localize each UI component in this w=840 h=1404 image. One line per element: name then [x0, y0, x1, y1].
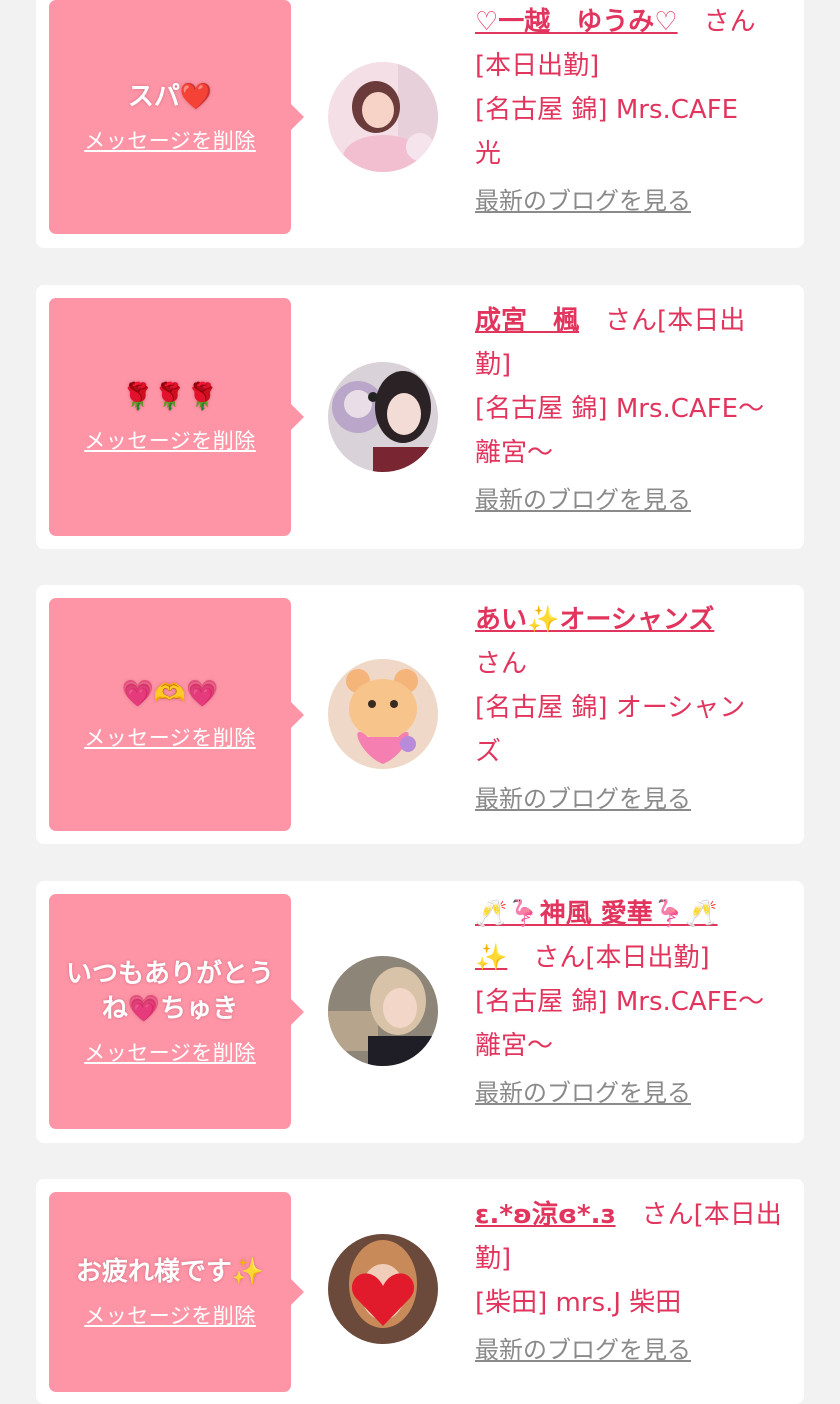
- message-bubble: 🌹🌹🌹 メッセージを削除: [49, 298, 304, 536]
- sender-name-link-cont[interactable]: ✨: [475, 943, 507, 973]
- delete-message-link[interactable]: メッセージを削除: [84, 1300, 256, 1330]
- delete-message-link[interactable]: メッセージを削除: [84, 425, 256, 455]
- message-bubble: スパ❤️ メッセージを削除: [49, 0, 304, 234]
- message-bubble: 💗🫶💗 メッセージを削除: [49, 598, 304, 831]
- shop-name: [柴田] mrs.J 柴田: [475, 1288, 682, 1318]
- honorific: さん: [475, 649, 528, 679]
- message-text: 💗🫶💗: [121, 679, 219, 709]
- work-status-cont: 勤]: [475, 350, 512, 380]
- shop-name: [名古屋 錦] Mrs.CAFE〜: [475, 394, 765, 424]
- avatar[interactable]: [328, 62, 438, 172]
- honorific: さん: [641, 1200, 694, 1230]
- shop-name-cont: 離宮〜: [475, 1031, 554, 1061]
- shop-name-cont: 光: [475, 139, 502, 169]
- sender-name-link[interactable]: あい✨オーシャンズ: [475, 605, 714, 635]
- message-card: いつもありがとうね💗ちゅき メッセージを削除 🥂🦩神風 愛華🦩🥂 ✨ さん[本日…: [36, 881, 804, 1143]
- sender-name-link[interactable]: ε.*ʚ涼ɞ*.з: [475, 1200, 616, 1230]
- avatar[interactable]: [328, 1234, 438, 1344]
- avatar[interactable]: [328, 956, 438, 1066]
- sender-info: あい✨オーシャンズ さん [名古屋 錦] オーシャン ズ 最新のブログを見る: [475, 598, 795, 816]
- work-status: [本日出: [693, 1200, 782, 1230]
- work-status: [本日出: [657, 306, 746, 336]
- sender-info: ε.*ʚ涼ɞ*.з さん[本日出 勤] [柴田] mrs.J 柴田 最新のブログ…: [475, 1193, 795, 1367]
- message-card: 💗🫶💗 メッセージを削除 あい✨オーシャンズ さん [名古屋 錦] オーシャン …: [36, 585, 804, 844]
- sender-name-link[interactable]: ♡一越 ゆうみ♡: [475, 7, 678, 37]
- shop-name: [名古屋 錦] オーシャン: [475, 693, 746, 723]
- message-text: スパ❤️: [127, 81, 213, 112]
- shop-name: [名古屋 錦] Mrs.CAFE: [475, 95, 739, 125]
- message-text: お疲れ様です✨: [75, 1256, 265, 1287]
- delete-message-link[interactable]: メッセージを削除: [84, 1037, 256, 1067]
- avatar[interactable]: [328, 659, 438, 769]
- honorific: さん: [605, 306, 658, 336]
- delete-message-link[interactable]: メッセージを削除: [84, 722, 256, 752]
- shop-name-cont: ズ: [475, 737, 502, 767]
- sender-info: 🥂🦩神風 愛華🦩🥂 ✨ さん[本日出勤] [名古屋 錦] Mrs.CAFE〜 離…: [475, 892, 795, 1110]
- message-card: お疲れ様です✨ メッセージを削除 ε.*ʚ涼ɞ*.з さん[本日出 勤] [柴田…: [36, 1179, 804, 1404]
- message-card: 🌹🌹🌹 メッセージを削除 成宮 楓 さん[本日出 勤] [名古屋 錦] Mrs.…: [36, 285, 804, 549]
- sender-name-link[interactable]: 🥂🦩神風 愛華🦩🥂: [475, 899, 718, 929]
- sender-name-link[interactable]: 成宮 楓: [475, 306, 579, 336]
- latest-blog-link[interactable]: 最新のブログを見る: [475, 483, 795, 517]
- sender-info: 成宮 楓 さん[本日出 勤] [名古屋 錦] Mrs.CAFE〜 離宮〜 最新の…: [475, 299, 795, 517]
- latest-blog-link[interactable]: 最新のブログを見る: [475, 184, 795, 218]
- message-bubble: いつもありがとうね💗ちゅき メッセージを削除: [49, 894, 304, 1129]
- message-card: スパ❤️ メッセージを削除 ♡一越 ゆうみ♡ さん [本日出勤] [名古屋 錦]…: [36, 0, 804, 248]
- latest-blog-link[interactable]: 最新のブログを見る: [475, 782, 795, 816]
- honorific: さん: [533, 943, 586, 973]
- message-bubble: お疲れ様です✨ メッセージを削除: [49, 1192, 304, 1392]
- work-status-cont: 勤]: [475, 1244, 512, 1274]
- honorific: さん: [703, 7, 756, 37]
- sender-info: ♡一越 ゆうみ♡ さん [本日出勤] [名古屋 錦] Mrs.CAFE 光 最新…: [475, 0, 795, 218]
- work-status: [本日出勤]: [475, 51, 600, 81]
- delete-message-link[interactable]: メッセージを削除: [84, 125, 256, 155]
- work-status: [本日出勤]: [585, 943, 710, 973]
- message-text: 🌹🌹🌹: [121, 381, 219, 412]
- shop-name-cont: 離宮〜: [475, 438, 554, 468]
- latest-blog-link[interactable]: 最新のブログを見る: [475, 1076, 795, 1110]
- message-text: いつもありがとうね💗ちゅき: [65, 958, 274, 1024]
- avatar[interactable]: [328, 362, 438, 472]
- shop-name: [名古屋 錦] Mrs.CAFE〜: [475, 987, 765, 1017]
- latest-blog-link[interactable]: 最新のブログを見る: [475, 1333, 795, 1367]
